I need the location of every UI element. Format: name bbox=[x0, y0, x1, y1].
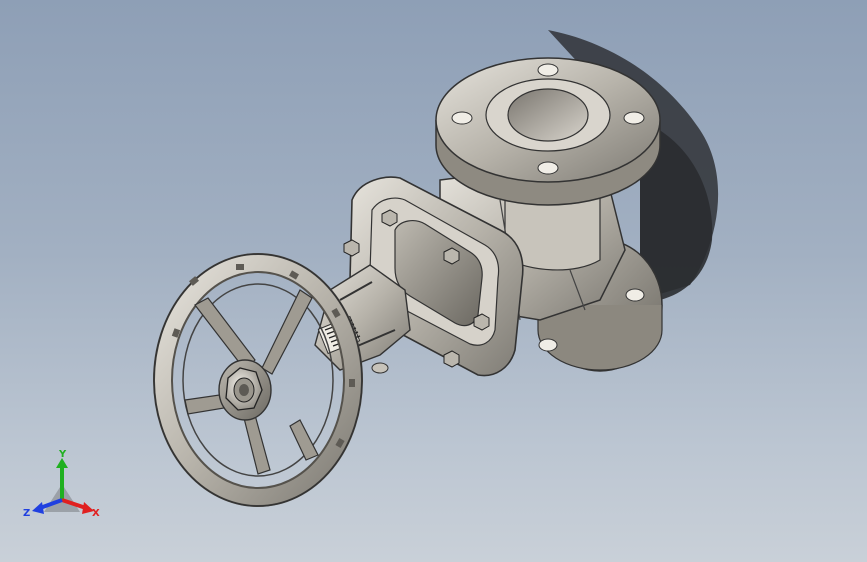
graphics-viewport[interactable]: Y X Z bbox=[0, 0, 867, 562]
y-axis-label: Y bbox=[58, 449, 67, 460]
handwheel[interactable] bbox=[153, 253, 363, 507]
inlet-flange bbox=[435, 57, 661, 206]
valve-model[interactable] bbox=[0, 0, 867, 562]
x-axis-label: X bbox=[92, 508, 100, 519]
z-axis-label: Z bbox=[23, 508, 30, 519]
coordinate-triad: Y X Z bbox=[23, 449, 100, 519]
